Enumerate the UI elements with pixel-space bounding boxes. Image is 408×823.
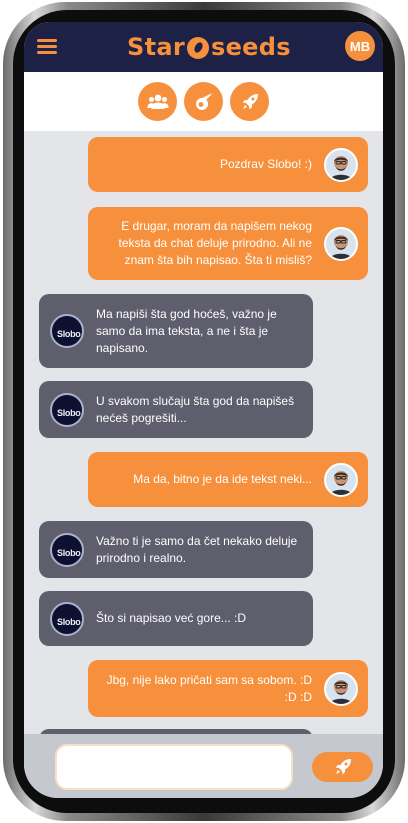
bot-avatar-label: Slobo [57, 407, 81, 418]
users-icon [147, 94, 168, 109]
message-incoming: Slobo Što si napisao već gore... :D [39, 591, 313, 646]
logo-seed-icon [187, 37, 209, 59]
icon-tab-bar [24, 72, 383, 131]
bot-avatar-label: Slobo [57, 547, 81, 558]
message-outgoing: Ma da, bitno je da ide tekst neki... [88, 452, 368, 507]
rocket-icon [242, 93, 258, 109]
message-text: Važno ti je samo da čet nekako deluje pr… [96, 533, 298, 565]
user-avatar[interactable]: MB [345, 31, 375, 61]
sender-avatar [324, 226, 358, 261]
message-input[interactable] [55, 744, 293, 790]
bot-avatar: Slobo [50, 314, 84, 348]
comet-tab-button[interactable] [184, 82, 223, 121]
users-tab-button[interactable] [138, 82, 177, 121]
sender-avatar [324, 462, 358, 497]
composer-bar [24, 734, 383, 798]
top-bar: Star seeds MB [24, 22, 383, 72]
message-text: Ma da, bitno je da ide tekst neki... [133, 472, 312, 486]
message-outgoing: E drugar, moram da napišem nekog teksta … [88, 207, 368, 280]
message-list: Pozdrav Slobo! :) E drugar, moram da nap… [24, 131, 383, 734]
user-photo-icon [326, 673, 356, 704]
bot-avatar-label: Slobo [57, 616, 81, 627]
sender-avatar [324, 147, 358, 182]
user-photo-icon [326, 149, 356, 180]
message-text: Pozdrav Slobo! :) [219, 157, 312, 171]
logo-text-left: Star [127, 33, 185, 61]
app-screen: Star seeds MB Pozdrav Slobo!:) E drugar… [24, 22, 383, 798]
message-outgoing: Pozdrav Slobo! :) [88, 137, 368, 192]
message-text: Jbg, nije lako pričati sam sa sobom. :D … [106, 672, 312, 704]
hamburger-menu-icon[interactable] [37, 39, 57, 55]
message-outgoing: Jbg, nije lako pričati sam sa sobom. :D … [88, 660, 368, 717]
rocket-tab-button[interactable] [230, 82, 269, 121]
message-text: E drugar, moram da napišem nekog teksta … [118, 219, 312, 267]
user-photo-icon [326, 228, 356, 259]
message-text: Što si napisao već gore... :D [96, 611, 247, 625]
bot-avatar: Slobo [50, 392, 84, 427]
bot-avatar: Slobo [50, 532, 84, 567]
message-incoming: Slobo U svakom slučaju šta god da napiše… [39, 381, 313, 438]
message-incoming: Slobo Ma napiši šta god hoćeš, važno je … [39, 294, 313, 368]
message-text: Ma napiši šta god hoćeš, važno je samo d… [96, 306, 277, 355]
bot-avatar: Slobo [50, 601, 84, 636]
rocket-icon [335, 759, 351, 775]
bot-avatar-label: Slobo [57, 329, 81, 339]
starseeds-logo: Star seeds [127, 32, 291, 62]
comet-icon [195, 92, 213, 110]
logo-text-right: seeds [211, 33, 291, 61]
message-incoming: Slobo Važno ti je samo da čet nekako del… [39, 521, 313, 578]
send-button[interactable] [312, 752, 373, 782]
user-photo-icon [326, 464, 356, 495]
message-text: U svakom slučaju šta god da napišeš neće… [96, 393, 295, 425]
sender-avatar [324, 671, 358, 706]
